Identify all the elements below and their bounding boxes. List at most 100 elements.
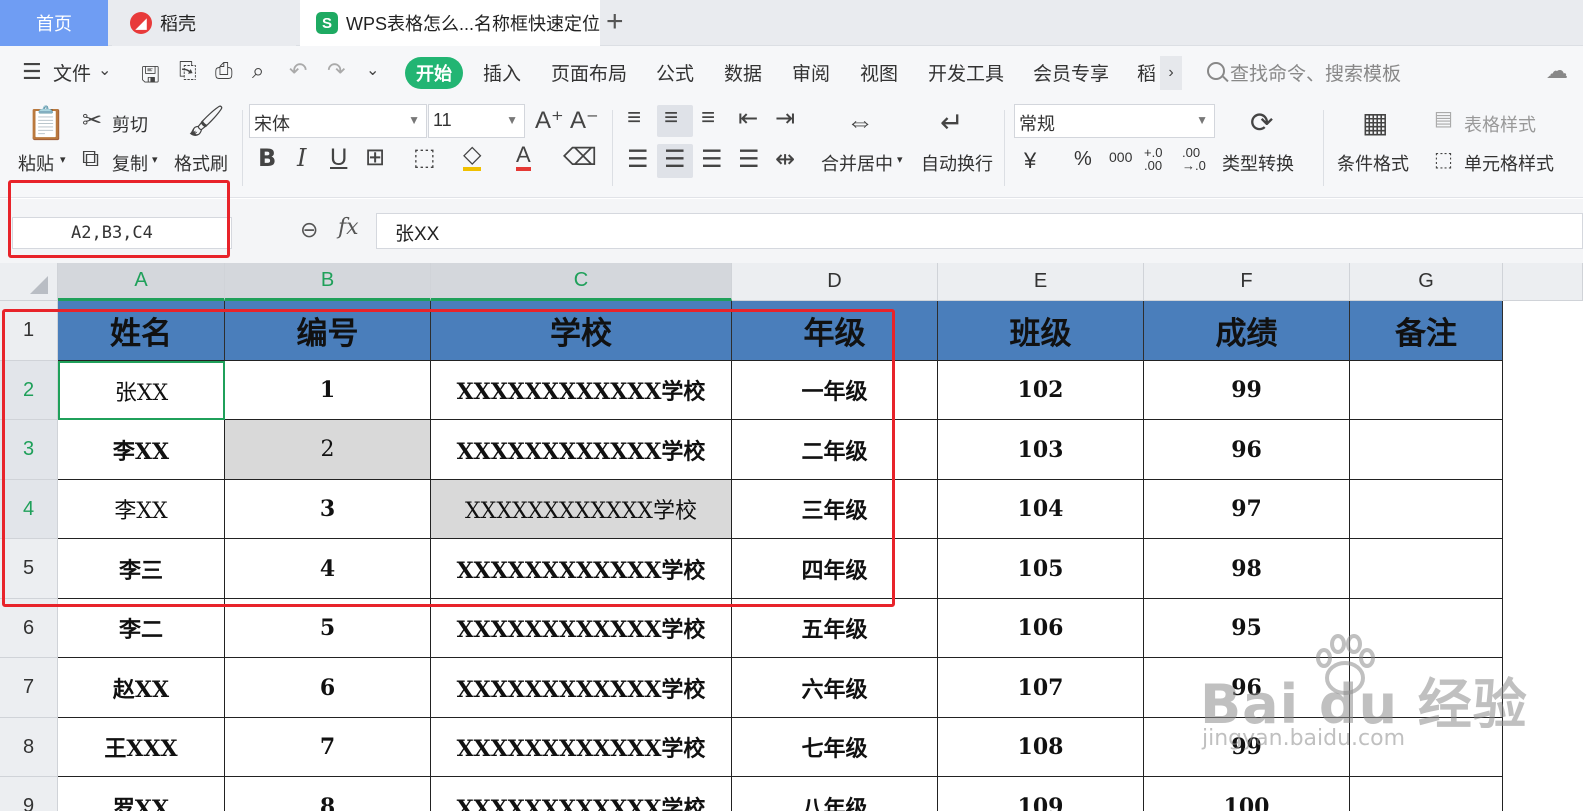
cell-e6[interactable]: 106 (938, 599, 1144, 658)
cell-f4[interactable]: 97 (1144, 480, 1350, 539)
cell-b9[interactable]: 8 (225, 777, 431, 811)
cell-a7[interactable]: 赵XX (58, 658, 225, 718)
cell-style-icon[interactable]: ⬚ (1434, 147, 1453, 172)
align-right-icon[interactable]: ☰ (701, 145, 723, 174)
cut-icon[interactable]: ✂ (82, 106, 102, 135)
cell-g4[interactable] (1350, 480, 1503, 539)
row-header-6[interactable]: 6 (0, 599, 58, 658)
bold-button[interactable]: B (258, 144, 276, 172)
tab-start[interactable]: 开始 (405, 57, 463, 89)
tab-formulas[interactable]: 公式 (656, 59, 694, 86)
cell-d8[interactable]: 七年级 (732, 718, 938, 777)
copy-icon[interactable]: ⧉ (82, 145, 99, 173)
tab-insert[interactable]: 插入 (483, 59, 521, 86)
column-header-d[interactable]: D (732, 263, 938, 301)
cell-c6[interactable]: XXXXXXXXXXXX学校 (431, 599, 732, 658)
conditional-format-icon[interactable]: ▦ (1362, 106, 1388, 139)
italic-button[interactable]: I (297, 144, 306, 172)
cell-d6[interactable]: 五年级 (732, 599, 938, 658)
cell-a8[interactable]: 王XXX (58, 718, 225, 777)
merge-center-button[interactable]: 合并居中 (821, 150, 893, 176)
wrap-text-button[interactable]: 自动换行 (921, 150, 993, 176)
column-header-e[interactable]: E (938, 263, 1144, 301)
copy-dropdown-icon[interactable]: ▾ (152, 153, 158, 166)
merge-dropdown-icon[interactable]: ▾ (897, 153, 903, 166)
fill-pattern-icon[interactable]: ⬚ (413, 143, 436, 172)
cell-g9[interactable] (1350, 777, 1503, 811)
number-format-select[interactable]: 常规 ▼ (1014, 104, 1215, 138)
column-header-c[interactable]: C (431, 263, 732, 301)
align-center-icon[interactable]: ☰ (664, 145, 686, 174)
formula-input[interactable]: 张XX (376, 213, 1583, 249)
fill-color-icon[interactable]: ◇ (463, 143, 482, 171)
cell-c8[interactable]: XXXXXXXXXXXX学校 (431, 718, 732, 777)
paste-dropdown-icon[interactable]: ▾ (60, 153, 66, 166)
column-header-a[interactable]: A (58, 263, 225, 301)
cell-e2[interactable]: 102 (938, 361, 1144, 420)
cell-b6[interactable]: 5 (225, 599, 431, 658)
font-name-select[interactable]: 宋体 ▼ (249, 104, 427, 138)
tab-daoke[interactable]: ◢ 稻壳 (112, 0, 296, 46)
row-header-7[interactable]: 7 (0, 658, 58, 718)
tab-review[interactable]: 审阅 (792, 59, 830, 86)
currency-button[interactable]: ¥ (1024, 148, 1036, 174)
table-style-icon[interactable]: ▤ (1434, 106, 1453, 131)
tab-view[interactable]: 视图 (860, 59, 898, 86)
cell-d9[interactable]: 八年级 (732, 777, 938, 811)
insert-function-button[interactable]: fx (338, 215, 359, 240)
copy-button[interactable]: 复制 (112, 150, 148, 176)
cell-f2[interactable]: 99 (1144, 361, 1350, 420)
cell-b8[interactable]: 7 (225, 718, 431, 777)
cell-a9[interactable]: 罗XX (58, 777, 225, 811)
file-chevron-down-icon[interactable]: ⌄ (98, 60, 111, 80)
quick-access-more-icon[interactable]: ⌄ (366, 60, 379, 80)
underline-button[interactable]: U (330, 144, 347, 172)
file-menu[interactable]: 文件 (53, 59, 91, 86)
font-size-select[interactable]: 11 ▼ (428, 104, 525, 138)
cell-g3[interactable] (1350, 420, 1503, 480)
borders-icon[interactable]: ⊞ (365, 143, 385, 172)
redo-icon[interactable]: ↷ (327, 58, 345, 84)
font-color-icon[interactable]: A (516, 143, 531, 171)
wrap-text-icon[interactable]: ↵ (940, 106, 963, 139)
cell-e4[interactable]: 104 (938, 480, 1144, 539)
align-top-icon[interactable]: ≡ (627, 104, 641, 132)
export-pdf-icon[interactable]: ⎘ (179, 58, 197, 84)
select-all-corner[interactable] (0, 263, 58, 301)
cell-c7[interactable]: XXXXXXXXXXXX学校 (431, 658, 732, 718)
cell-d7[interactable]: 六年级 (732, 658, 938, 718)
row-header-9[interactable]: 9 (0, 777, 58, 811)
tab-page-layout[interactable]: 页面布局 (551, 59, 627, 86)
cell-f9[interactable]: 100 (1144, 777, 1350, 811)
zoom-formula-icon[interactable]: ⊖ (300, 217, 318, 243)
print-preview-icon[interactable]: ⌕ (252, 58, 264, 84)
cell-e9[interactable]: 109 (938, 777, 1144, 811)
decrease-indent-icon[interactable]: ⇤ (738, 104, 758, 133)
tab-daoke-resources[interactable]: 稻 (1137, 59, 1156, 86)
cell-e5[interactable]: 105 (938, 539, 1144, 599)
undo-icon[interactable]: ↶ (289, 58, 307, 84)
tab-home[interactable]: 首页 (0, 0, 108, 46)
tab-developer[interactable]: 开发工具 (928, 59, 1004, 86)
clear-format-icon[interactable]: ⌫ (563, 143, 597, 172)
format-painter-icon[interactable]: 🖌 (187, 104, 225, 139)
column-header-h[interactable] (1503, 263, 1583, 301)
format-painter-button[interactable]: 格式刷 (174, 150, 228, 176)
cell-f3[interactable]: 96 (1144, 420, 1350, 480)
cloud-sync-icon[interactable]: ☁ (1546, 58, 1568, 84)
hamburger-menu-icon[interactable]: ☰ (22, 59, 42, 85)
cell-style-button[interactable]: 单元格样式 (1464, 150, 1554, 176)
column-header-g[interactable]: G (1350, 263, 1503, 301)
cell-e1[interactable]: 班级 (938, 301, 1144, 361)
paste-icon[interactable]: 📋 (26, 104, 66, 142)
cell-e7[interactable]: 107 (938, 658, 1144, 718)
cell-f1[interactable]: 成绩 (1144, 301, 1350, 361)
row-header-8[interactable]: 8 (0, 718, 58, 777)
cell-f5[interactable]: 98 (1144, 539, 1350, 599)
cell-b7[interactable]: 6 (225, 658, 431, 718)
align-bottom-icon[interactable]: ≡ (701, 104, 715, 132)
justify-icon[interactable]: ☰ (738, 145, 760, 174)
cell-e3[interactable]: 103 (938, 420, 1144, 480)
cell-g2[interactable] (1350, 361, 1503, 420)
tab-member[interactable]: 会员专享 (1033, 59, 1109, 86)
